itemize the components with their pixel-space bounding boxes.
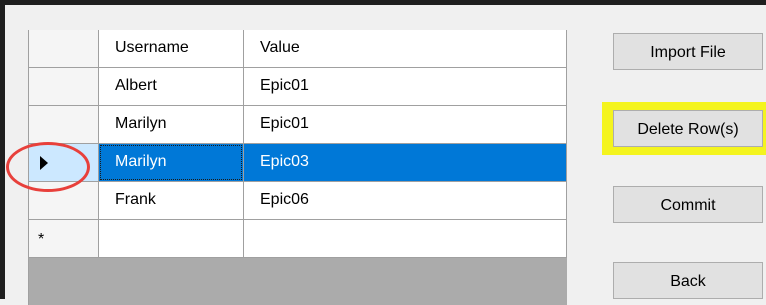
table-row[interactable]: Marilyn Epic01 — [29, 106, 567, 144]
cell-username-new[interactable] — [99, 220, 244, 258]
cell-username[interactable]: Albert — [99, 68, 244, 106]
window-frame-left — [0, 0, 5, 299]
table-row[interactable]: Frank Epic06 — [29, 182, 567, 220]
cell-value[interactable]: Epic01 — [244, 68, 567, 106]
row-header[interactable] — [29, 68, 99, 106]
table-row-new[interactable]: * — [29, 220, 567, 258]
cell-username[interactable]: Frank — [99, 182, 244, 220]
delete-rows-button[interactable]: Delete Row(s) — [613, 110, 763, 147]
cell-value[interactable]: Epic01 — [244, 106, 567, 144]
grid-corner-header[interactable] — [29, 30, 99, 68]
back-button[interactable]: Back — [613, 262, 763, 299]
data-grid[interactable]: Username Value Albert Epic01 Marilyn Epi… — [28, 30, 567, 305]
cell-value-new[interactable] — [244, 220, 567, 258]
cell-username[interactable]: Marilyn — [99, 106, 244, 144]
row-header[interactable] — [29, 106, 99, 144]
cell-value[interactable]: Epic06 — [244, 182, 567, 220]
annotation-circle — [6, 142, 90, 192]
table-row[interactable]: Albert Epic01 — [29, 68, 567, 106]
cell-username[interactable]: Marilyn — [99, 144, 244, 182]
column-header-value[interactable]: Value — [244, 30, 567, 68]
cell-value[interactable]: Epic03 — [244, 144, 567, 182]
new-row-marker: * — [38, 231, 45, 248]
window-frame-top — [0, 0, 766, 5]
column-header-username[interactable]: Username — [99, 30, 244, 68]
table-row-selected[interactable]: Marilyn Epic03 — [29, 144, 567, 182]
grid-header-row: Username Value — [29, 30, 567, 68]
commit-button[interactable]: Commit — [613, 186, 763, 223]
row-header-new[interactable]: * — [29, 220, 99, 258]
import-file-button[interactable]: Import File — [613, 33, 763, 70]
